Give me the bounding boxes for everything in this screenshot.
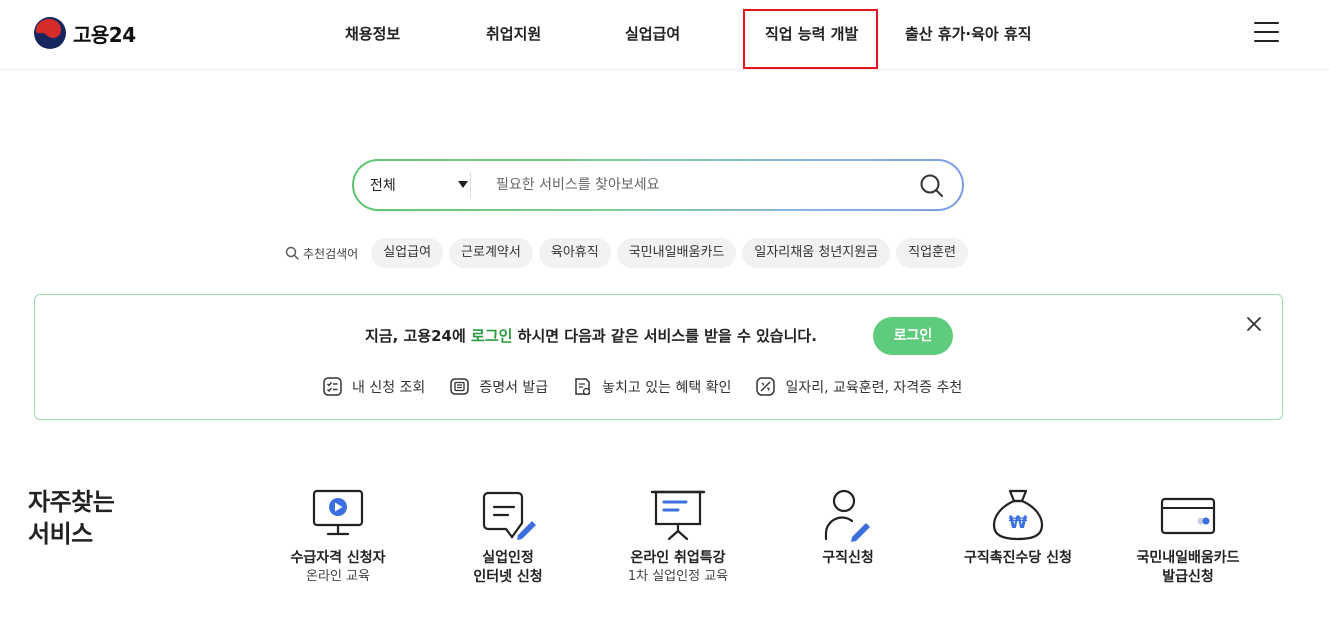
search-small-icon: [285, 246, 299, 260]
banner-message: 지금, 고용24에 로그인 하시면 다음과 같은 서비스를 받을 수 있습니다.: [365, 325, 817, 346]
search-input[interactable]: [496, 173, 896, 197]
keyword-chip[interactable]: 일자리채움 청년지원금: [742, 238, 891, 268]
service-label: 구직신청: [822, 550, 874, 566]
search-icon[interactable]: [919, 173, 945, 199]
my-application-link[interactable]: 내 신청 조회: [322, 376, 425, 397]
login-button[interactable]: 로그인: [873, 317, 953, 355]
checklist-icon: [323, 377, 342, 396]
hamburger-menu-icon[interactable]: [1254, 22, 1279, 44]
benefit-check-link[interactable]: 놓치고 있는 혜택 확인: [572, 376, 731, 397]
my-application-label: 내 신청 조회: [352, 379, 426, 396]
frequent-services-title: 자주찾는 서비스: [28, 486, 115, 550]
benefit-check-label: 놓치고 있는 혜택 확인: [602, 379, 732, 396]
service-label: 구직촉진수당 신청: [964, 550, 1072, 566]
person-pen-icon: [824, 489, 870, 542]
frequent-services-title-line2: 서비스: [28, 520, 93, 548]
recommendation-link[interactable]: 일자리, 교육훈련, 자격증 추천: [755, 376, 962, 397]
service-learning-card[interactable]: 국민내일배움카드 발급신청: [1113, 487, 1263, 587]
service-online-job-lecture[interactable]: 온라인 취업특강 1차 실업인정 교육: [603, 487, 753, 586]
caret-down-icon: [458, 181, 468, 188]
certificate-icon: [450, 378, 470, 395]
service-sublabel: 인터넷 신청: [473, 569, 543, 585]
card-icon: [1160, 497, 1216, 535]
presentation-board-icon: [650, 490, 706, 541]
search-bar: 전체: [352, 159, 964, 211]
login-banner: 지금, 고용24에 로그인 하시면 다음과 같은 서비스를 받을 수 있습니다.…: [34, 294, 1283, 420]
search-category-select[interactable]: 전체: [370, 175, 468, 195]
nav-item-parental-leave[interactable]: 출산 휴가·육아 휴직: [905, 23, 1032, 44]
service-unemployment-recognition[interactable]: 실업인정 인터넷 신청: [433, 487, 583, 587]
keyword-chip[interactable]: 직업훈련: [896, 238, 968, 268]
certificate-label: 증명서 발급: [479, 379, 549, 396]
recommendation-label: 일자리, 교육훈련, 자격증 추천: [785, 379, 963, 396]
svg-text:₩: ₩: [1009, 513, 1028, 533]
nav-item-job-support[interactable]: 취업지원: [486, 23, 541, 44]
recommended-label: 추천검색어: [285, 245, 358, 262]
video-monitor-icon: [312, 489, 364, 536]
nav-item-unemployment-benefit[interactable]: 실업급여: [625, 23, 680, 44]
keyword-chip[interactable]: 육아휴직: [538, 238, 611, 268]
keyword-chip[interactable]: 실업급여: [371, 238, 444, 268]
logo-text: 고용24: [73, 22, 136, 47]
keyword-chip[interactable]: 근로계약서: [449, 238, 533, 268]
service-online-education[interactable]: 수급자격 신청자 온라인 교육: [263, 487, 413, 586]
benefit-document-icon: [575, 378, 591, 396]
service-sublabel: 발급신청: [1162, 569, 1214, 585]
service-job-application[interactable]: 구직신청: [773, 487, 923, 568]
close-icon[interactable]: [1245, 315, 1263, 333]
header: 고용24 채용정보 취업지원 실업급여 직업 능력 개발 출산 휴가·육아 휴직: [0, 0, 1329, 70]
service-sublabel: 온라인 교육: [306, 569, 370, 584]
keyword-chip[interactable]: 국민내일배움카드: [616, 238, 737, 268]
search-inner: 전체: [354, 161, 962, 209]
recommended-keywords: 추천검색어 실업급여 근로계약서 육아휴직 국민내일배움카드 일자리채움 청년지…: [285, 238, 974, 268]
service-job-promotion-allowance[interactable]: ₩ 구직촉진수당 신청: [943, 487, 1093, 568]
document-pen-icon: [482, 491, 536, 540]
banner-login-link[interactable]: 로그인: [471, 327, 512, 345]
frequent-services-title-line1: 자주찾는: [28, 488, 115, 516]
logo[interactable]: 고용24: [33, 16, 136, 50]
search-category-value: 전체: [370, 178, 396, 194]
banner-message-suffix: 하시면 다음과 같은 서비스를 받을 수 있습니다.: [512, 327, 817, 345]
service-label: 수급자격 신청자: [290, 550, 386, 566]
service-label: 온라인 취업특강: [630, 550, 726, 566]
recommend-icon: [756, 377, 776, 396]
banner-message-prefix: 지금, 고용24에: [365, 327, 472, 345]
search-divider: [470, 172, 471, 198]
service-sublabel: 1차 실업인정 교육: [627, 569, 729, 584]
taegeuk-logo-icon: [34, 17, 66, 49]
money-bag-icon: ₩: [992, 489, 1044, 541]
nav-item-recruit-info[interactable]: 채용정보: [345, 23, 400, 44]
banner-links: 내 신청 조회 증명서 발급 놓치고 있는 혜택 확인 일자리, 교육훈련, 자…: [322, 376, 986, 397]
service-label: 국민내일배움카드: [1136, 550, 1240, 566]
certificate-link[interactable]: 증명서 발급: [449, 376, 548, 397]
recommended-label-text: 추천검색어: [303, 246, 359, 261]
service-label: 실업인정: [482, 550, 534, 566]
nav-highlight-box: [743, 9, 878, 69]
